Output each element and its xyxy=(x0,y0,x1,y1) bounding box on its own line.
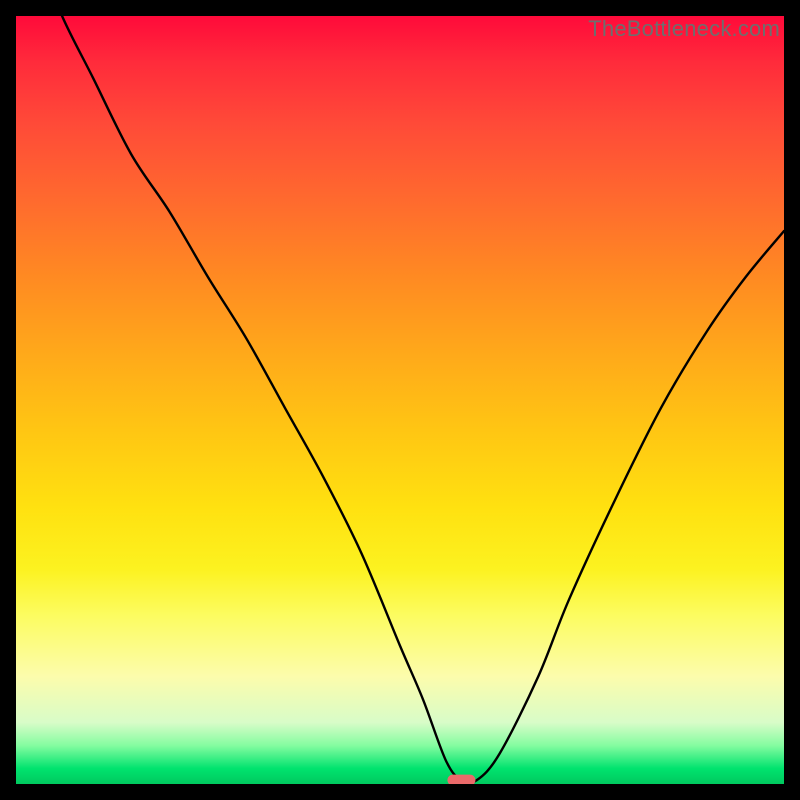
bottleneck-curve xyxy=(16,16,784,783)
minimum-marker xyxy=(447,775,475,784)
chart-frame: TheBottleneck.com xyxy=(16,16,784,784)
watermark-text: TheBottleneck.com xyxy=(588,16,780,42)
chart-svg xyxy=(16,16,784,784)
